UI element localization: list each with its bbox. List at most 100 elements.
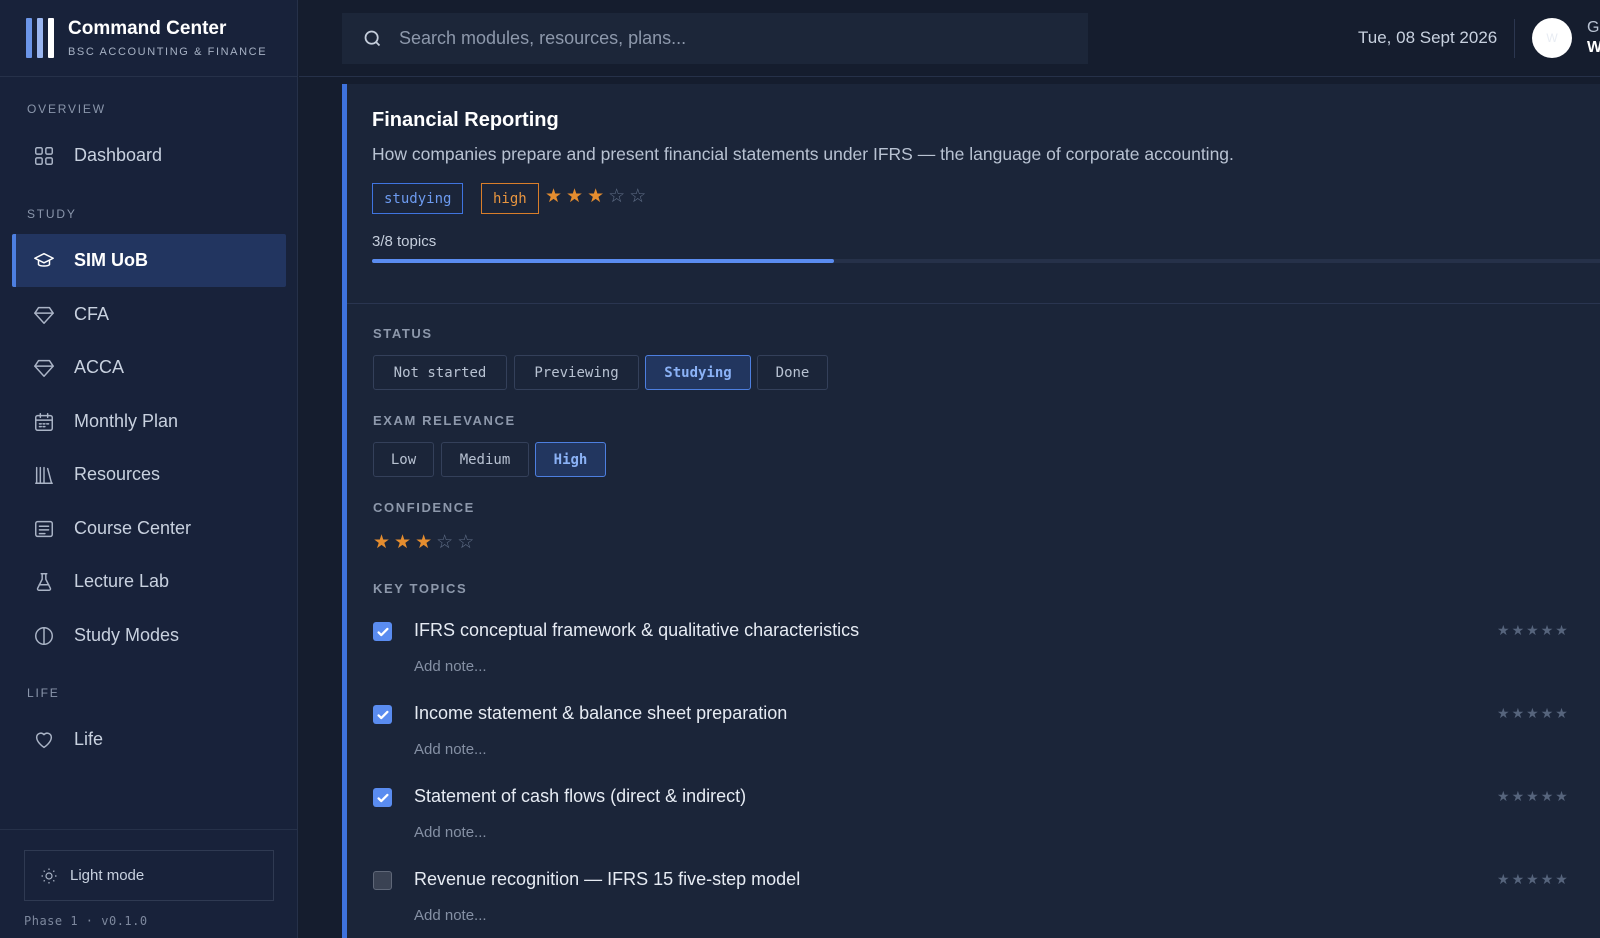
topic-checkbox[interactable] (373, 788, 392, 807)
star-empty-icon: ☆ (629, 186, 647, 207)
topic-title: Revenue recognition — IFRS 15 five-step … (414, 869, 801, 889)
topic-item: Statement of cash flows (direct & indire… (373, 780, 1600, 861)
sidebar-item-label: ACCA (74, 357, 125, 377)
sidebar-item-cfa[interactable]: CFA (12, 288, 286, 341)
topbar: Tue, 08 Sept 2026 W G W (299, 0, 1600, 77)
star-filled-icon: ★ (545, 186, 563, 207)
calendar-icon (32, 410, 56, 434)
progress-label: 3/8 topics (372, 233, 437, 250)
avatar[interactable]: W (1532, 18, 1572, 58)
star-empty-icon[interactable]: ☆ (436, 533, 453, 553)
user-line-2: W (1587, 39, 1600, 56)
sidebar-item-dashboard[interactable]: Dashboard (12, 129, 286, 182)
star-filled-icon: ★ (587, 186, 605, 207)
topic-rating[interactable]: ★ ★ ★ ★ ★ (1497, 788, 1568, 805)
sidebar-item-acca[interactable]: ACCA (12, 341, 286, 394)
library-icon (32, 463, 56, 487)
topic-title: Statement of cash flows (direct & indire… (414, 786, 747, 806)
divider (1514, 19, 1515, 58)
confidence-rating[interactable]: ★ ★ ★ ☆ ☆ (373, 533, 474, 553)
star-filled-icon[interactable]: ★ (373, 533, 390, 553)
light-mode-label: Light mode (70, 867, 145, 884)
topic-checkbox[interactable] (373, 705, 392, 724)
flask-icon (32, 570, 56, 594)
check-icon (376, 793, 389, 802)
topic-item: Income statement & balance sheet prepara… (373, 697, 1600, 778)
nav-section-life: LIFE (27, 686, 60, 700)
version-label: Phase 1 · v0.1.0 (24, 914, 148, 928)
status-option-not-started[interactable]: Not started (373, 355, 507, 390)
status-option-previewing[interactable]: Previewing (514, 355, 639, 390)
sidebar: Command Center BSC ACCOUNTING & FINANCE … (0, 0, 298, 938)
confidence-stars-summary: ★ ★ ★ ☆ ☆ (545, 187, 646, 207)
relevance-option-high[interactable]: High (535, 442, 606, 477)
nav-section-overview: OVERVIEW (27, 102, 106, 116)
user-info: G W (1587, 18, 1600, 58)
topic-note-input[interactable]: Add note... (414, 741, 487, 758)
topic-rating[interactable]: ★ ★ ★ ★ ★ (1497, 705, 1568, 722)
progress-fill (372, 259, 835, 263)
check-icon (376, 627, 389, 636)
user-line-1: G (1587, 19, 1600, 36)
confidence-section-label: CONFIDENCE (373, 500, 475, 515)
relevance-option-low[interactable]: Low (373, 442, 434, 477)
sidebar-item-label: CFA (74, 304, 110, 324)
sidebar-item-label: SIM UoB (74, 250, 148, 270)
sidebar-item-resources[interactable]: Resources (12, 448, 286, 501)
brand: Command Center BSC ACCOUNTING & FINANCE (0, 0, 297, 77)
sidebar-item-life[interactable]: Life (12, 713, 286, 766)
logo-icon (26, 18, 54, 58)
topic-note-input[interactable]: Add note... (414, 658, 487, 675)
sidebar-item-course-center[interactable]: Course Center (12, 502, 286, 555)
diamond-icon (32, 303, 56, 327)
module-card: Financial Reporting How companies prepar… (342, 84, 1600, 938)
key-topics-section-label: KEY TOPICS (373, 581, 468, 596)
topic-rating[interactable]: ★ ★ ★ ★ ★ (1497, 622, 1568, 639)
relevance-section-label: EXAM RELEVANCE (373, 413, 516, 428)
topic-checkbox[interactable] (373, 871, 392, 890)
topic-note-input[interactable]: Add note... (414, 824, 487, 841)
star-empty-icon: ☆ (608, 186, 626, 207)
light-mode-button[interactable]: Light mode (24, 850, 274, 901)
star-filled-icon[interactable]: ★ (394, 533, 411, 553)
topic-checkbox[interactable] (373, 622, 392, 641)
diamond-icon (32, 356, 56, 380)
topic-note-input[interactable]: Add note... (414, 907, 487, 924)
module-description: How companies prepare and present financ… (372, 144, 1234, 164)
sidebar-item-monthly-plan[interactable]: Monthly Plan (12, 395, 286, 448)
brand-title: Command Center (68, 18, 227, 39)
star-filled-icon[interactable]: ★ (415, 533, 432, 553)
topic-item: Revenue recognition — IFRS 15 five-step … (373, 863, 1600, 938)
progress-bar (372, 259, 1600, 263)
module-title: Financial Reporting (372, 109, 559, 131)
half-circle-icon (32, 624, 56, 648)
sidebar-item-lecture-lab[interactable]: Lecture Lab (12, 555, 286, 608)
search-icon (362, 28, 399, 49)
star-filled-icon: ★ (566, 186, 584, 207)
status-badge: studying (372, 183, 464, 214)
star-empty-icon[interactable]: ☆ (457, 533, 474, 553)
search-bar[interactable] (342, 13, 1088, 64)
relevance-option-medium[interactable]: Medium (441, 442, 529, 477)
sidebar-item-label: Resources (74, 464, 161, 484)
check-icon (376, 710, 389, 719)
status-option-done[interactable]: Done (757, 355, 828, 390)
sidebar-item-label: Dashboard (74, 145, 163, 165)
topic-item: IFRS conceptual framework & qualitative … (373, 614, 1600, 695)
topic-title: IFRS conceptual framework & qualitative … (414, 620, 860, 640)
current-date: Tue, 08 Sept 2026 (1358, 28, 1498, 47)
sidebar-item-study-modes[interactable]: Study Modes (12, 609, 286, 662)
sidebar-item-label: Course Center (74, 518, 192, 538)
sidebar-item-label: Life (74, 729, 104, 749)
topic-rating[interactable]: ★ ★ ★ ★ ★ (1497, 871, 1568, 888)
status-section-label: STATUS (373, 326, 433, 341)
status-option-studying[interactable]: Studying (645, 355, 751, 390)
nav-section-study: STUDY (27, 207, 77, 221)
document-icon (32, 517, 56, 541)
search-input[interactable] (399, 28, 1049, 49)
sidebar-item-label: Monthly Plan (74, 411, 179, 431)
divider (347, 303, 1600, 304)
graduation-cap-icon (32, 249, 56, 273)
sidebar-item-sim-uob[interactable]: SIM UoB (12, 234, 286, 287)
grid-icon (32, 144, 56, 168)
